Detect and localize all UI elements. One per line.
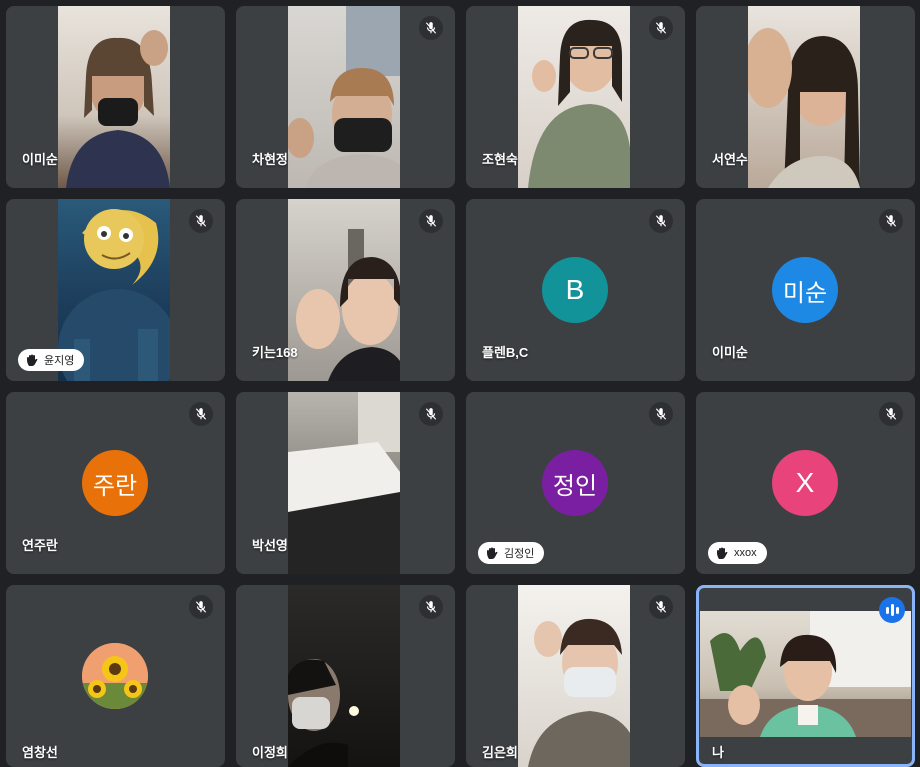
participant-name: 나 bbox=[712, 745, 724, 760]
participant-tile[interactable]: 주란 연주란 bbox=[6, 392, 225, 574]
participant-name: 이미순 bbox=[22, 152, 58, 167]
participant-video bbox=[288, 6, 400, 188]
raised-hand-icon bbox=[487, 547, 498, 559]
desk-scene bbox=[288, 392, 400, 574]
raised-hand-icon bbox=[717, 547, 728, 559]
participant-tile[interactable]: 정인 김정인 bbox=[466, 392, 685, 574]
self-video bbox=[700, 611, 911, 737]
participant-name: 조현숙 bbox=[482, 152, 518, 167]
participant-video bbox=[58, 6, 170, 188]
participant-name: 김정인 bbox=[504, 548, 535, 560]
mic-off-icon bbox=[649, 402, 673, 426]
participant-tile[interactable]: 윤지영 bbox=[6, 199, 225, 381]
participant-name: 키는168 bbox=[252, 345, 298, 360]
mic-off-icon bbox=[649, 16, 673, 40]
participant-name: 플렌B,C bbox=[482, 345, 529, 360]
participant-tile[interactable]: B 플렌B,C bbox=[466, 199, 685, 381]
person-figure bbox=[528, 618, 630, 767]
mic-off-icon bbox=[419, 595, 443, 619]
hand-raised-badge: 김정인 bbox=[478, 542, 545, 564]
participant-avatar: 정인 bbox=[542, 450, 608, 516]
participant-name: 서연수 bbox=[712, 152, 748, 167]
person-figure bbox=[296, 229, 400, 381]
participant-tile[interactable]: 이정희 bbox=[236, 585, 455, 767]
participant-name: 윤지영 bbox=[44, 355, 75, 367]
participant-name: 연주란 bbox=[22, 538, 58, 553]
person-figure bbox=[700, 611, 911, 737]
participant-tile[interactable]: 서연수 bbox=[696, 6, 915, 188]
participant-tile[interactable]: 미순 이미순 bbox=[696, 199, 915, 381]
sunflower-avatar bbox=[82, 643, 148, 709]
hand-raised-badge: 윤지영 bbox=[18, 349, 85, 371]
mic-off-icon bbox=[189, 402, 213, 426]
participant-avatar: B bbox=[542, 257, 608, 323]
participant-video bbox=[748, 6, 860, 188]
participant-tile[interactable]: 이미순 bbox=[6, 6, 225, 188]
participant-tile[interactable]: 김은희 bbox=[466, 585, 685, 767]
participant-avatar: 주란 bbox=[82, 450, 148, 516]
hand-raised-badge: xxox bbox=[708, 542, 767, 564]
person-figure bbox=[288, 659, 359, 767]
participant-name: xxox bbox=[734, 547, 757, 559]
audio-level-icon bbox=[879, 597, 905, 623]
participant-name: 이미순 bbox=[712, 345, 748, 360]
participant-avatar: X bbox=[772, 450, 838, 516]
person-figure bbox=[66, 30, 170, 188]
mic-off-icon bbox=[189, 209, 213, 233]
participant-video bbox=[288, 199, 400, 381]
participant-tile[interactable]: X xxox bbox=[696, 392, 915, 574]
participant-avatar: 미순 bbox=[772, 257, 838, 323]
person-figure bbox=[748, 28, 860, 188]
self-tile[interactable]: 나 bbox=[696, 585, 915, 767]
participant-name: 김은희 bbox=[482, 745, 518, 760]
mic-off-icon bbox=[879, 209, 903, 233]
participant-video bbox=[288, 585, 400, 767]
sunflower-image bbox=[82, 643, 148, 709]
participant-name: 염창선 bbox=[22, 745, 58, 760]
mic-off-icon bbox=[419, 16, 443, 40]
person-figure bbox=[288, 6, 400, 188]
mic-off-icon bbox=[649, 209, 673, 233]
mic-off-icon bbox=[419, 209, 443, 233]
participant-tile[interactable]: 키는168 bbox=[236, 199, 455, 381]
person-figure bbox=[528, 19, 630, 188]
participant-name: 차현정 bbox=[252, 152, 288, 167]
participant-tile[interactable]: 조현숙 bbox=[466, 6, 685, 188]
participant-tile[interactable]: 박선영 bbox=[236, 392, 455, 574]
participant-video bbox=[518, 585, 630, 767]
mic-off-icon bbox=[419, 402, 443, 426]
participant-tile[interactable]: 차현정 bbox=[236, 6, 455, 188]
mic-off-icon bbox=[189, 595, 213, 619]
participant-video bbox=[288, 392, 400, 574]
mic-off-icon bbox=[879, 402, 903, 426]
participant-tile[interactable]: 염창선 bbox=[6, 585, 225, 767]
raised-hand-icon bbox=[27, 354, 38, 366]
participant-video bbox=[518, 6, 630, 188]
participant-name: 이정희 bbox=[252, 745, 288, 760]
participant-name: 박선영 bbox=[252, 538, 288, 553]
mic-off-icon bbox=[649, 595, 673, 619]
